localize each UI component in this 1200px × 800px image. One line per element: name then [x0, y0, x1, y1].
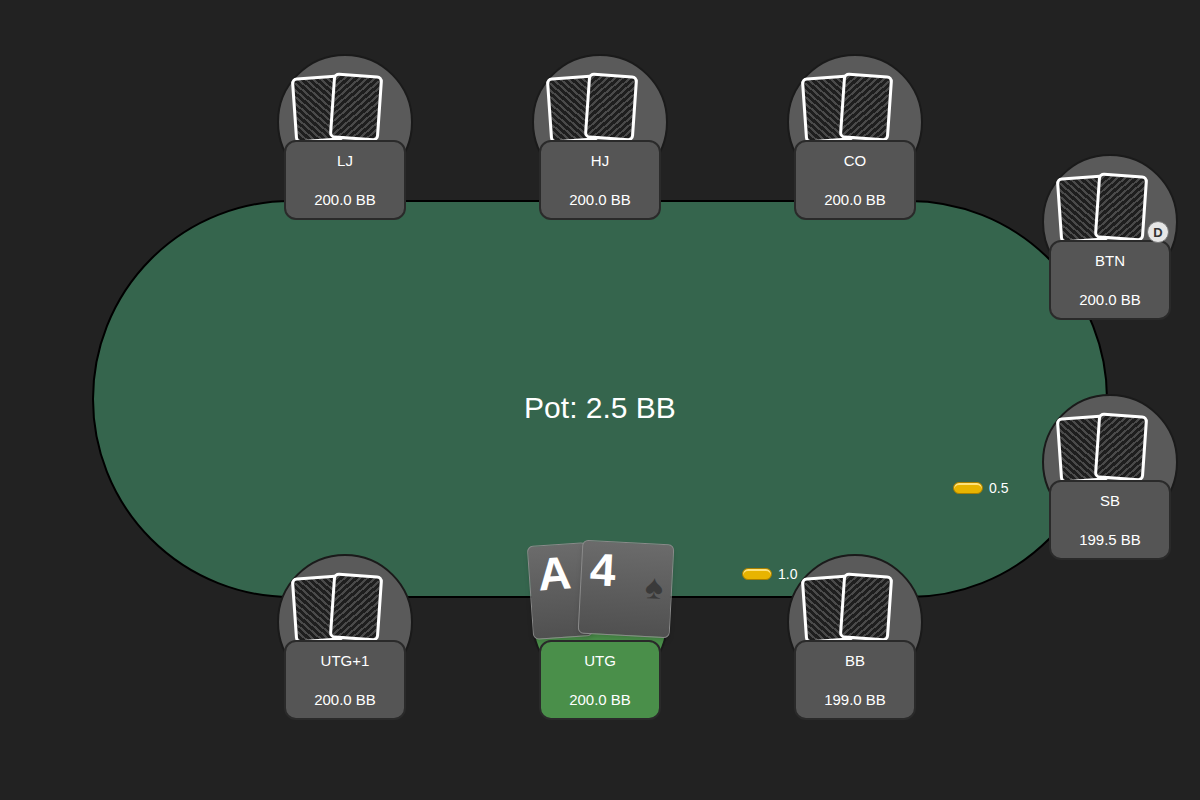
player-info-box[interactable]: CO 200.0 BB	[794, 140, 916, 220]
player-seat: HJ 200.0 BB	[532, 54, 668, 224]
player-info-box[interactable]: UTG 200.0 BB	[539, 640, 661, 720]
poker-table-screen: Pot: 2.5 BB LJ 200.0 BB HJ 200.0 BB CO 200.0 B…	[0, 0, 1200, 800]
player-info-box[interactable]: BTN 200.0 BB	[1049, 240, 1171, 320]
player-seat: CO 200.0 BB	[787, 54, 923, 224]
player-info-box[interactable]: HJ 200.0 BB	[539, 140, 661, 220]
stack-size: 199.5 BB	[1079, 530, 1141, 550]
player-seat: A4♠UTG 200.0 BB	[532, 554, 668, 724]
player-seat: BTN 200.0 BB D	[1042, 154, 1178, 324]
seat-position: SB	[1100, 491, 1120, 511]
seat-position: HJ	[591, 151, 609, 171]
stack-size: 199.0 BB	[824, 690, 886, 710]
bet-text: 0.5	[989, 480, 1008, 496]
player-seat: LJ 200.0 BB	[277, 54, 413, 224]
card-suit: ♠	[644, 566, 664, 607]
bet-amount: 1.0	[742, 566, 797, 582]
chip-icon	[953, 482, 983, 494]
stack-size: 200.0 BB	[824, 190, 886, 210]
playing-card: 4♠	[578, 540, 675, 639]
stack-size: 200.0 BB	[1079, 290, 1141, 310]
face-down-cards	[1042, 394, 1178, 494]
seat-position: UTG+1	[321, 651, 370, 671]
card-back	[1094, 172, 1148, 241]
player-info-box[interactable]: UTG+1 200.0 BB	[284, 640, 406, 720]
player-seat: BB 199.0 BB	[787, 554, 923, 724]
card-back	[584, 72, 638, 141]
face-down-cards	[277, 54, 413, 154]
pot-label: Pot: 2.5 BB	[400, 388, 800, 428]
player-info-box[interactable]: SB 199.5 BB	[1049, 480, 1171, 560]
seat-position: BTN	[1095, 251, 1125, 271]
hole-cards: A4♠	[532, 554, 668, 654]
bet-text: 1.0	[778, 566, 797, 582]
face-down-cards	[787, 554, 923, 654]
stack-size: 200.0 BB	[569, 190, 631, 210]
card-back	[839, 72, 893, 141]
card-rank: A	[536, 546, 573, 600]
player-seat: SB 199.5 BB	[1042, 394, 1178, 564]
face-down-cards	[277, 554, 413, 654]
chip-icon	[742, 568, 772, 580]
stack-size: 200.0 BB	[314, 690, 376, 710]
card-back	[329, 572, 383, 641]
seat-position: LJ	[337, 151, 353, 171]
face-down-cards	[787, 54, 923, 154]
face-down-cards	[532, 54, 668, 154]
card-back	[1094, 412, 1148, 481]
stack-size: 200.0 BB	[314, 190, 376, 210]
player-info-box[interactable]: LJ 200.0 BB	[284, 140, 406, 220]
card-back	[329, 72, 383, 141]
seat-position: BB	[845, 651, 865, 671]
seat-position: CO	[844, 151, 867, 171]
dealer-button: D	[1147, 221, 1169, 243]
player-info-box[interactable]: BB 199.0 BB	[794, 640, 916, 720]
seat-position: UTG	[584, 651, 616, 671]
stack-size: 200.0 BB	[569, 690, 631, 710]
card-rank: 4	[589, 543, 617, 596]
bet-amount: 0.5	[953, 480, 1008, 496]
player-seat: UTG+1 200.0 BB	[277, 554, 413, 724]
card-back	[839, 572, 893, 641]
